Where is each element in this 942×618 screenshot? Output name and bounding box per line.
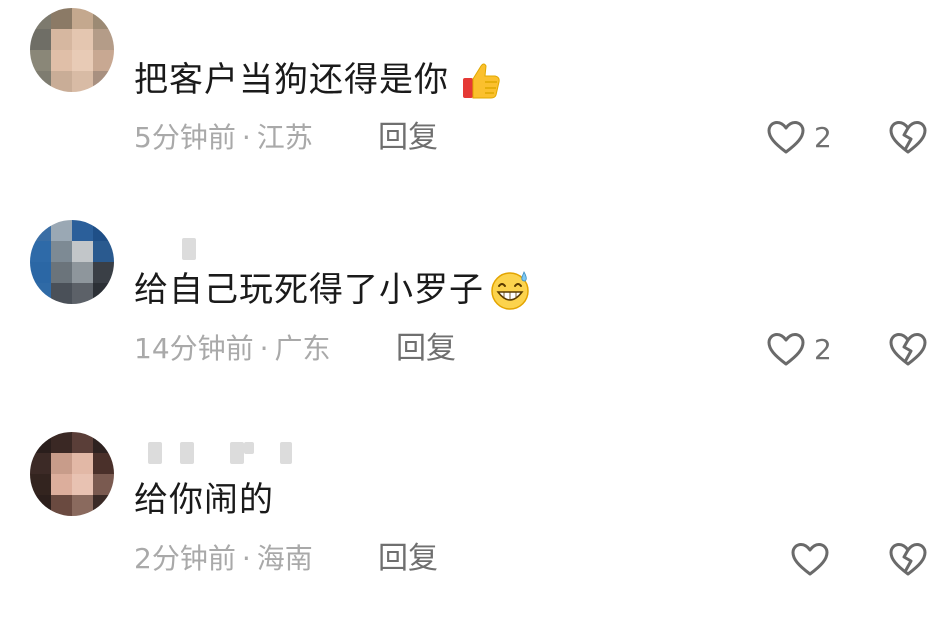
- comment-text-content: 给自己玩死得了小罗子: [134, 270, 484, 310]
- comment-time: 2分钟前: [134, 542, 236, 575]
- comment-location: 海南: [256, 542, 313, 575]
- broken-heart-icon: [889, 543, 927, 576]
- like-button[interactable]: 2: [766, 330, 832, 370]
- username-redaction: [280, 442, 292, 464]
- dislike-button[interactable]: [888, 118, 928, 158]
- broken-heart-icon: [889, 333, 927, 366]
- dislike-button[interactable]: [888, 540, 928, 580]
- comment-time: 14分钟前: [134, 332, 254, 365]
- comment-text: 给你闹的: [134, 478, 274, 522]
- like-button[interactable]: [790, 540, 830, 580]
- comment-meta: 14分钟前 · 广东: [134, 331, 331, 367]
- comment-item: 给自己玩死得了小罗子 14分钟前 · 广东 回复 2: [0, 210, 942, 410]
- like-count: 2: [814, 121, 832, 154]
- username-redaction: [182, 238, 196, 260]
- comment-text-content: 给你闹的: [134, 480, 274, 520]
- dislike-button[interactable]: [888, 330, 928, 370]
- username-redaction: [180, 442, 194, 464]
- reply-button[interactable]: 回复: [396, 331, 456, 367]
- meta-separator: ·: [241, 121, 251, 154]
- username-redaction: [230, 442, 244, 464]
- avatar-mosaic: [30, 220, 114, 304]
- broken-heart-icon: [889, 121, 927, 154]
- heart-icon: [791, 543, 829, 576]
- heart-icon: [767, 333, 805, 366]
- meta-separator: ·: [241, 542, 251, 575]
- comment-location: 广东: [274, 332, 331, 365]
- grinning-sweat-icon: [491, 271, 529, 310]
- avatar[interactable]: [30, 8, 114, 92]
- comment-item: 把客户当狗还得是你 5分钟前 · 江苏 回复 2: [0, 0, 942, 200]
- username-redaction: [148, 442, 162, 464]
- comment-time: 5分钟前: [134, 121, 236, 154]
- heart-icon: [767, 121, 805, 154]
- reply-button[interactable]: 回复: [378, 120, 438, 156]
- avatar-mosaic: [30, 8, 114, 92]
- reply-button[interactable]: 回复: [378, 541, 438, 577]
- avatar-mosaic: [30, 432, 114, 516]
- meta-separator: ·: [259, 332, 269, 365]
- like-button[interactable]: 2: [766, 118, 832, 158]
- thumbs-up-icon: [463, 63, 500, 99]
- comment-text-content: 把客户当狗还得是你: [134, 60, 449, 100]
- comment-item: 给你闹的 2分钟前 · 海南 回复: [0, 420, 942, 618]
- comment-meta: 5分钟前 · 江苏: [134, 120, 313, 156]
- comment-text: 把客户当狗还得是你: [134, 58, 503, 102]
- avatar[interactable]: [30, 432, 114, 516]
- comment-text: 给自己玩死得了小罗子: [134, 268, 532, 312]
- comment-meta: 2分钟前 · 海南: [134, 541, 313, 577]
- comment-location: 江苏: [256, 121, 313, 154]
- like-count: 2: [814, 333, 832, 366]
- username-redaction: [244, 442, 254, 454]
- avatar[interactable]: [30, 220, 114, 304]
